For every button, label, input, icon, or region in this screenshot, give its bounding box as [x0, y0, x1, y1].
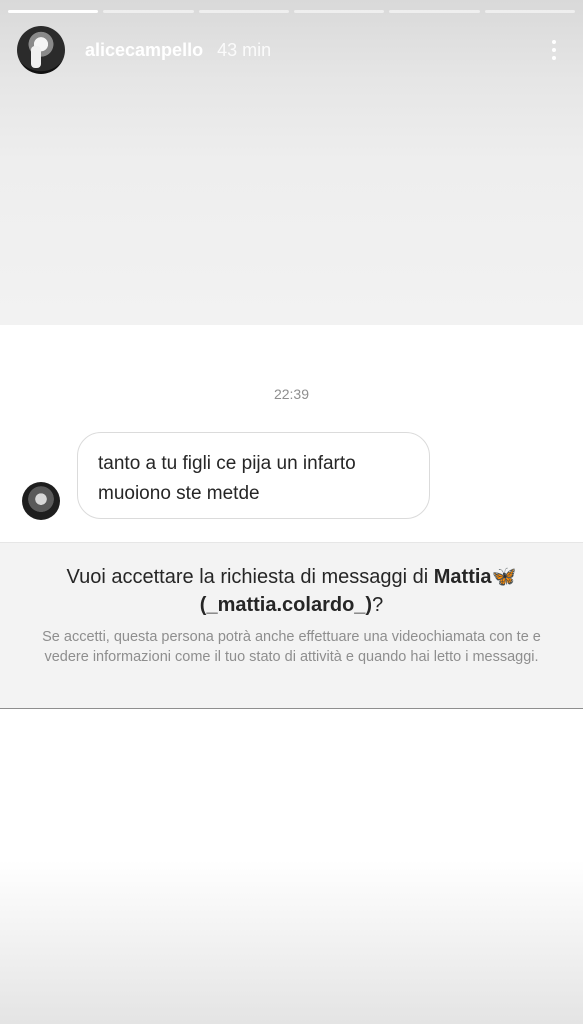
- more-vertical-icon[interactable]: [542, 35, 566, 65]
- message-request-panel: Vuoi accettare la richiesta di messaggi …: [0, 542, 583, 709]
- message-bubble[interactable]: tanto a tu figli ce pija un infarto muoi…: [77, 432, 430, 519]
- progress-segment: [484, 10, 575, 13]
- message-line: tanto a tu figli ce pija un infarto: [98, 453, 356, 474]
- progress-segment: [293, 10, 385, 13]
- username[interactable]: alicecampello: [85, 40, 203, 61]
- story-bottom-shade: [0, 860, 583, 1024]
- story-progress-bar: [8, 10, 575, 13]
- user-avatar[interactable]: [17, 26, 65, 74]
- request-title: Vuoi accettare la richiesta di messaggi …: [0, 563, 583, 619]
- sender-avatar[interactable]: [22, 482, 60, 520]
- request-question-mark: ?: [372, 594, 384, 616]
- story-header: alicecampello 43 min: [17, 26, 566, 74]
- story-view[interactable]: alicecampello 43 min 22:39 tanto a tu fi…: [0, 0, 583, 1024]
- message-timestamp: 22:39: [273, 386, 310, 402]
- request-sender-name: Mattia: [433, 566, 492, 588]
- progress-segment: [198, 10, 289, 13]
- request-description: Se accetti, questa persona potrà anche e…: [42, 629, 541, 665]
- progress-segment: [103, 10, 194, 13]
- progress-segment: [389, 10, 480, 13]
- request-sender-handle: (_mattia.colardo_): [199, 594, 373, 616]
- butterfly-emoji-icon: 🦋: [491, 566, 517, 588]
- progress-segment: [8, 10, 99, 13]
- message-line: muoiono ste metde: [98, 483, 260, 504]
- request-title-prefix: Vuoi accettare la richiesta di messaggi …: [66, 566, 429, 588]
- time-ago: 43 min: [217, 39, 272, 60]
